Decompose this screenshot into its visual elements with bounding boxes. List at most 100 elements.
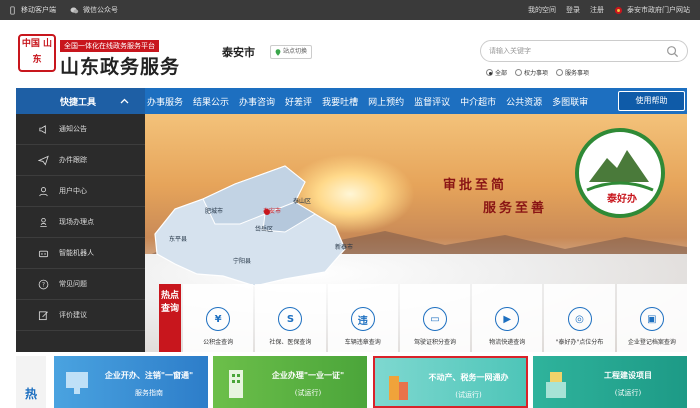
tile-service-points[interactable]: ◎ "泰好办"点位分布 [544, 284, 615, 352]
banner-slogan: 审批至简 服务至善 [443, 174, 547, 216]
sidebar-item-faq[interactable]: ? 常见问题 [16, 269, 145, 300]
filter-power[interactable]: 权力事项 [515, 68, 548, 77]
nav-item-appointment[interactable]: 网上预约 [368, 95, 404, 108]
search-icon[interactable] [666, 45, 679, 58]
nav-item-resources[interactable]: 公共资源 [506, 95, 542, 108]
my-space-link[interactable]: 我的空间 [528, 5, 556, 15]
city-building-icon [389, 376, 408, 400]
hot-query-tiles: ¥ 公积金查询 S 社保、医保查询 违车辆违章查询 ▭ 驾驶证积分查询 ▶ 物流快递查询… [183, 284, 687, 352]
sidebar-item-label: 办件跟踪 [59, 156, 87, 164]
tile-vehicle-violation[interactable]: 违车辆违章查询 [327, 284, 398, 352]
radio-icon [556, 69, 564, 76]
card-title: 不动产、税务一网通办 [428, 373, 509, 382]
question-icon: ? [38, 279, 49, 289]
search-filters: 全部 权力事项 服务事项 [486, 68, 589, 77]
site-switch-button[interactable]: 站点切换 [270, 45, 313, 59]
map-label-feicheng: 肥城市 [205, 208, 224, 215]
site-switch-label: 站点切换 [283, 48, 308, 55]
tile-license-points[interactable]: ▭ 驾驶证积分查询 [399, 284, 471, 352]
tile-housing-fund[interactable]: ¥ 公积金查询 [183, 284, 254, 352]
sidebar-item-robot[interactable]: 智能机器人 [16, 238, 145, 269]
gov-portal-label: 泰安市政府门户网站 [627, 6, 690, 14]
paper-plane-icon [38, 155, 49, 166]
tile-label: 公积金查询 [203, 339, 234, 346]
violation-icon: 违 [350, 307, 375, 331]
nav-item-results[interactable]: 结果公示 [193, 95, 229, 108]
svg-text:?: ? [42, 281, 45, 288]
map-label-taian: 泰安市 [263, 208, 282, 215]
sidebar-item-notices[interactable]: 通知公告 [16, 114, 145, 145]
tile-label: 社保、医保查询 [269, 339, 312, 346]
filter-label: 服务事项 [565, 70, 590, 77]
tile-label: 车辆违章查询 [344, 339, 381, 346]
wechat-link[interactable]: 微信公众号 [70, 5, 118, 15]
card-construction-project[interactable]: 工程建设项目 (试运行) [533, 356, 687, 408]
chevron-up-icon [120, 98, 129, 104]
banner-slogan-line1: 审批至简 [443, 178, 508, 193]
filter-all[interactable]: 全部 [486, 68, 507, 77]
help-button[interactable]: 使用帮助 [618, 91, 685, 111]
tile-label: "泰好办"点位分布 [555, 339, 604, 346]
sidebar-item-label: 常见问题 [59, 280, 87, 288]
sidebar-item-label: 现场办理点 [59, 218, 94, 226]
edit-icon [38, 310, 48, 320]
tile-logistics[interactable]: ▶ 物流快递查询 [472, 284, 543, 352]
search-input[interactable]: 请输入关键字 [480, 40, 688, 62]
mobile-client-link[interactable]: 移动客户端 [8, 5, 56, 15]
sidebar-item-feedback[interactable]: 评价建议 [16, 300, 145, 331]
quick-tools-toggle[interactable]: 快捷工具 [16, 88, 145, 114]
user-icon [39, 186, 48, 196]
card-one-industry-one-license[interactable]: 企业办理"一业一证" (试运行) [213, 356, 367, 408]
location-icon: ◎ [567, 307, 592, 331]
hot-query-label: 热点查询 [159, 284, 181, 352]
site-logo[interactable]: 中国 山东 [18, 34, 56, 72]
mobile-icon [10, 5, 15, 15]
register-link[interactable]: 注册 [590, 5, 604, 15]
map-label-dongping: 东平县 [169, 236, 188, 243]
robot-icon [38, 250, 49, 257]
card-enterprise-open-close[interactable]: 企业开办、注销"一窗通" 服务指南 [54, 356, 208, 408]
license-icon: ▭ [422, 307, 447, 331]
nav-item-supervision[interactable]: 监督评议 [414, 95, 450, 108]
filter-service[interactable]: 服务事项 [556, 68, 589, 77]
map-label-xintai: 新泰市 [335, 244, 354, 251]
tile-enterprise-archive[interactable]: ▣ 企业登记档案查询 [616, 284, 687, 352]
platform-slogan: 全国一体化在线政务服务平台 [60, 40, 159, 52]
main-nav: 快捷工具 办事服务 结果公示 办事咨询 好差评 我要吐槽 网上预约 监督评议 中… [16, 88, 687, 114]
card-property-tax-one-network[interactable]: 不动产、税务一网通办 (试运行) [373, 356, 528, 408]
sidebar-item-user-center[interactable]: 用户中心 [16, 176, 145, 207]
mobile-client-label: 移动客户端 [21, 6, 56, 14]
filter-label: 权力事项 [524, 70, 549, 77]
location-pin-icon [275, 48, 281, 56]
map-label-daiyue: 岱岳区 [255, 226, 274, 233]
top-bar: 移动客户端 微信公众号 我的空间 登录 注册 泰安市政府门户网站 [0, 0, 700, 20]
tile-social-security[interactable]: S 社保、医保查询 [255, 284, 326, 352]
shield-icon: S [278, 307, 303, 331]
taian-map[interactable] [145, 154, 425, 294]
wechat-icon [70, 7, 79, 13]
map-label-taishan: 泰山区 [293, 198, 312, 205]
current-city: 泰安市 [222, 46, 255, 59]
sidebar-item-tracking[interactable]: 办件跟踪 [16, 145, 145, 176]
sidebar-item-label: 用户中心 [59, 187, 87, 195]
yuan-icon: ¥ [206, 307, 231, 331]
sidebar-item-label: 通知公告 [59, 125, 87, 133]
nav-item-joint-review[interactable]: 多图联审 [552, 95, 588, 108]
sidebar-item-onsite[interactable]: 现场办理点 [16, 207, 145, 238]
wechat-label: 微信公众号 [83, 6, 118, 14]
nav-item-rating[interactable]: 好差评 [285, 95, 312, 108]
gov-portal-link[interactable]: 泰安市政府门户网站 [614, 5, 690, 15]
radio-icon [486, 69, 493, 76]
nav-item-agency[interactable]: 中介超市 [460, 95, 496, 108]
nav-item-services[interactable]: 办事服务 [147, 95, 183, 108]
login-link[interactable]: 登录 [566, 5, 580, 15]
filter-label: 全部 [495, 70, 508, 77]
card-title: 工程建设项目 [604, 371, 652, 380]
nav-item-consult[interactable]: 办事咨询 [239, 95, 275, 108]
tile-label: 驾驶证积分查询 [413, 339, 456, 346]
nav-item-complain[interactable]: 我要吐槽 [322, 95, 358, 108]
archive-icon: ▣ [639, 307, 664, 331]
featured-hot-label: 热 [16, 356, 46, 408]
emblem-text: 泰好办 [607, 194, 637, 205]
card-subtitle: 服务指南 [135, 389, 163, 397]
